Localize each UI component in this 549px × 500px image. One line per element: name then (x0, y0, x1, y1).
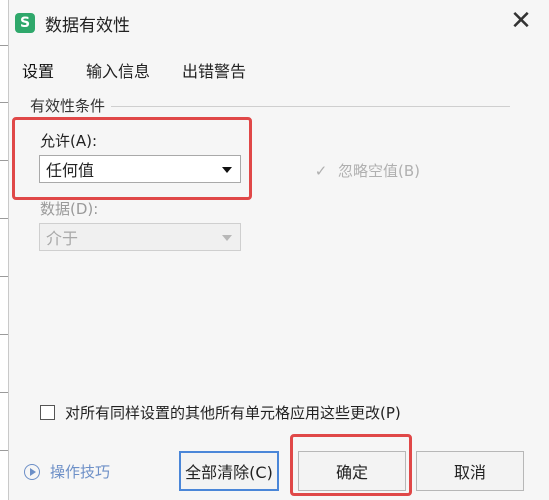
tab-error-alert[interactable]: 出错警告 (182, 56, 246, 84)
allow-select-value: 任何值 (46, 161, 95, 180)
apply-to-all-option[interactable]: 对所有同样设置的其他所有单元格应用这些更改(P) (40, 402, 401, 423)
close-icon[interactable]: ✕ (507, 8, 535, 36)
data-select-value: 介于 (46, 229, 79, 248)
ignore-blank-checkbox[interactable]: ✓ 忽略空值(B) (314, 160, 420, 181)
wps-spreadsheet-icon: S (15, 13, 35, 33)
checkmark-icon: ✓ (314, 161, 328, 180)
data-select: 介于 (39, 223, 241, 251)
tab-bar: 设置 输入信息 出错警告 (22, 56, 278, 84)
data-validation-dialog: S 数据有效性 ✕ 设置 输入信息 出错警告 有效性条件 允许(A): 任何值 … (0, 0, 549, 500)
dialog-left-border (0, 0, 9, 500)
ok-button[interactable]: 确定 (298, 451, 406, 491)
dialog-title: 数据有效性 (45, 15, 130, 36)
clear-all-button[interactable]: 全部清除(C) (179, 451, 279, 491)
data-label: 数据(D): (40, 200, 99, 218)
play-circle-icon (24, 463, 40, 480)
allow-select[interactable]: 任何值 (39, 155, 241, 183)
allow-label: 允许(A): (40, 132, 98, 150)
tips-link[interactable]: 操作技巧 (24, 461, 110, 482)
tips-label: 操作技巧 (50, 463, 111, 481)
tab-input-message[interactable]: 输入信息 (86, 56, 150, 84)
validation-criteria-heading: 有效性条件 (30, 95, 112, 116)
chevron-down-icon (222, 235, 232, 241)
tab-settings[interactable]: 设置 (22, 56, 54, 84)
title-bar: S 数据有效性 ✕ (9, 6, 549, 40)
cancel-button[interactable]: 取消 (416, 451, 524, 491)
apply-to-all-checkbox[interactable] (40, 405, 55, 420)
chevron-down-icon (222, 167, 232, 173)
ignore-blank-label: 忽略空值(B) (338, 162, 420, 180)
apply-to-all-label: 对所有同样设置的其他所有单元格应用这些更改(P) (65, 404, 401, 422)
